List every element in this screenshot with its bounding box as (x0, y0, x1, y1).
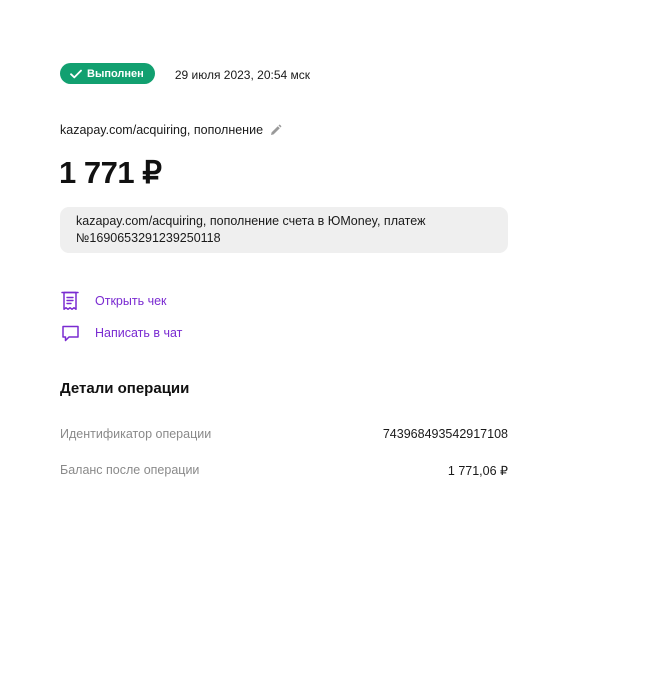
detail-value: 1 771,06 ₽ (447, 464, 508, 478)
merchant-row: kazapay.com/acquiring, пополнение (60, 123, 282, 137)
write-to-chat-label[interactable]: Написать в чат (95, 326, 182, 340)
operation-amount: 1 771 ₽ (59, 155, 162, 190)
detail-row-balance: Баланс после операции 1 771,06 ₽ (60, 463, 508, 478)
status-badge-label: Выполнен (87, 67, 144, 80)
open-receipt-label[interactable]: Открыть чек (95, 294, 167, 308)
receipt-icon (60, 291, 80, 311)
detail-label: Баланс после операции (60, 463, 200, 477)
detail-label: Идентификатор операции (60, 427, 212, 441)
operation-comment: kazapay.com/acquiring, пополнение счета … (60, 207, 508, 253)
pencil-icon[interactable] (269, 124, 282, 137)
detail-value: 743968493542917108 (382, 427, 508, 441)
chat-icon (60, 323, 80, 343)
status-badge: Выполнен (60, 63, 155, 84)
write-to-chat-link[interactable]: Написать в чат (60, 323, 182, 343)
checkmark-icon (70, 69, 82, 78)
open-receipt-link[interactable]: Открыть чек (60, 291, 167, 311)
details-title: Детали операции (60, 380, 190, 397)
operation-date: 29 июля 2023, 20:54 мск (174, 68, 311, 82)
detail-row-operation-id: Идентификатор операции 74396849354291710… (60, 427, 508, 441)
status-row: Выполнен 29 июля 2023, 20:54 мск (60, 63, 310, 84)
merchant-title: kazapay.com/acquiring, пополнение (60, 123, 264, 137)
